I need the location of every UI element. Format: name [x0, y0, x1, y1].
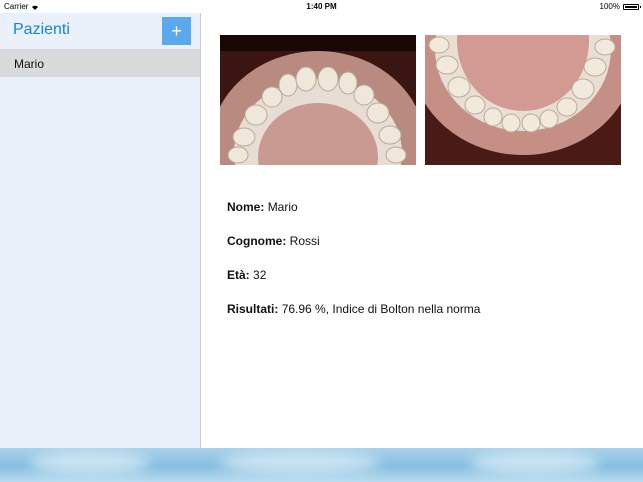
results-value: 76.96 %, Indice di Bolton nella norma [281, 302, 481, 316]
name-label: Nome: [227, 200, 265, 214]
add-patient-button[interactable]: + [162, 17, 191, 45]
name-row: Nome: Mario [227, 200, 627, 234]
patient-detail: Nome: Mario Cognome: Rossi Età: 32 Risul… [202, 13, 643, 448]
name-value: Mario [267, 200, 298, 214]
lower-arch-photo [425, 35, 621, 165]
battery-icon [623, 3, 641, 10]
clock: 1:40 PM [306, 2, 337, 11]
patient-list-item[interactable]: Mario [0, 50, 200, 77]
patient-info: Nome: Mario Cognome: Rossi Età: 32 Risul… [227, 200, 627, 336]
battery-percent: 100% [599, 2, 620, 11]
surname-value: Rossi [289, 234, 320, 248]
sidebar-header: Pazienti + [0, 13, 200, 50]
surname-label: Cognome: [227, 234, 287, 248]
age-row: Età: 32 [227, 268, 627, 302]
surname-row: Cognome: Rossi [227, 234, 627, 268]
status-bar: Carrier 1:40 PM 100% [0, 0, 643, 13]
upper-arch-photo [220, 35, 416, 165]
sidebar-title: Pazienti [13, 21, 70, 38]
age-value: 32 [253, 268, 267, 282]
patients-sidebar: Pazienti + Mario [0, 13, 201, 448]
results-row: Risultati: 76.96 %, Indice di Bolton nel… [227, 302, 627, 336]
age-label: Età: [227, 268, 250, 282]
bottom-banner [0, 448, 643, 482]
results-label: Risultati: [227, 302, 279, 316]
patient-list: Mario [0, 50, 200, 77]
